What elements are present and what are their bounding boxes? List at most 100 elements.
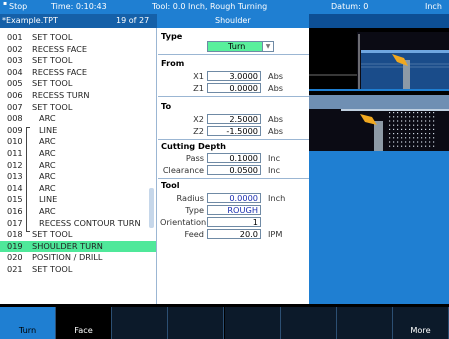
row-command: ARC (39, 182, 56, 193)
softkey-more[interactable]: More (393, 307, 449, 339)
row-number: 019 (7, 240, 23, 251)
clearance-unit: Inc (268, 165, 281, 175)
type-select[interactable]: Turn ▼ (207, 41, 274, 52)
program-row[interactable]: 001 SET TOOL (0, 32, 156, 44)
type-select-value: Turn (228, 41, 246, 51)
softkey-empty[interactable] (112, 307, 168, 339)
program-row[interactable]: 017 RECESS CONTOUR TURN (0, 217, 156, 230)
program-row[interactable]: 018 SET TOOL (0, 229, 156, 241)
toolpath-view-top[interactable] (309, 28, 449, 89)
program-list[interactable]: 001 SET TOOL 002 RECESS FACE 003 SET TOOL 004 R… (0, 28, 157, 304)
program-row[interactable]: 009 LINE (0, 124, 156, 137)
cutting-depth-section-title: Cutting Depth (161, 141, 226, 151)
program-row[interactable]: 021 SET TOOL (0, 264, 156, 276)
program-row[interactable]: 007 SET TOOL (0, 101, 156, 114)
softkey-empty[interactable] (281, 307, 337, 339)
file-name: *Example.TPT (2, 16, 58, 25)
orientation-label: Orientation (160, 217, 207, 227)
tool-type-input[interactable]: ROUGH (207, 205, 261, 215)
row-number: 010 (7, 136, 23, 147)
radius-input[interactable]: 0.0000 (207, 193, 261, 203)
divider (158, 139, 309, 140)
x1-unit: Abs (268, 71, 284, 81)
row-command: RECESS FACE (32, 66, 88, 77)
row-command: ARC (39, 148, 56, 158)
row-number: 018 (7, 229, 23, 240)
pass-input[interactable]: 0.1000 (207, 153, 261, 163)
divider (158, 96, 309, 97)
softkey-empty[interactable] (168, 307, 224, 339)
row-command: RECESS CONTOUR TURN (39, 217, 141, 228)
toolpath-graphic (309, 32, 449, 89)
softkey-turn[interactable]: Turn (0, 307, 56, 339)
program-row[interactable]: 014 ARC (0, 182, 156, 195)
row-number: 014 (7, 182, 23, 193)
row-number: 001 (7, 32, 23, 42)
run-time: Time: 0:10:43 (51, 2, 107, 11)
program-row[interactable]: 012 ARC (0, 159, 156, 172)
row-number: 013 (7, 171, 23, 182)
row-command: LINE (39, 194, 58, 205)
toolpath-view-bottom[interactable] (309, 91, 449, 151)
clearance-label: Clearance (162, 165, 204, 175)
program-row[interactable]: 003 SET TOOL (0, 55, 156, 67)
z2-input[interactable]: -1.5000 (207, 126, 261, 136)
row-command: ARC (39, 136, 56, 147)
row-number: 008 (7, 113, 23, 124)
row-number: 020 (7, 252, 23, 263)
row-number: 007 (7, 101, 23, 112)
row-command: ARC (39, 171, 56, 182)
divider (158, 178, 309, 179)
program-row[interactable]: 011 ARC (0, 148, 156, 160)
softkey-face[interactable]: Face (56, 307, 112, 339)
z1-input[interactable]: 0.0000 (207, 83, 261, 93)
program-row[interactable]: 015 LINE (0, 194, 156, 206)
row-number: 002 (7, 43, 23, 54)
graphics-panel (309, 28, 449, 304)
program-row[interactable]: 005 SET TOOL (0, 78, 156, 90)
x2-input[interactable]: 2.5000 (207, 114, 261, 124)
z2-label: Z2 (193, 126, 204, 136)
softkey-empty[interactable] (337, 307, 393, 339)
row-command: ARC (39, 159, 56, 170)
program-row[interactable]: 002 RECESS FACE (0, 43, 156, 56)
program-row[interactable]: 004 RECESS FACE (0, 66, 156, 79)
program-row[interactable]: 008 ARC (0, 113, 156, 125)
row-command: RECESS TURN (32, 90, 90, 100)
row-command: ARC (39, 206, 56, 216)
program-row[interactable]: 010 ARC (0, 136, 156, 148)
type-section-title: Type (161, 31, 183, 41)
feed-unit: IPM (268, 229, 283, 239)
program-row[interactable]: 006 RECESS TURN (0, 90, 156, 102)
row-number: 015 (7, 194, 23, 205)
row-number: 006 (7, 90, 23, 100)
row-command: LINE (39, 124, 58, 135)
pass-label: Pass (185, 153, 204, 163)
row-command: POSITION / DRILL (32, 252, 103, 263)
softkey-empty[interactable] (225, 307, 281, 339)
row-number: 011 (7, 148, 23, 158)
row-command: ARC (39, 113, 56, 124)
program-row[interactable]: 013 ARC (0, 171, 156, 183)
radius-unit: Inch (268, 193, 286, 203)
row-command: SET TOOL (32, 55, 73, 66)
toolpath-graphic (309, 95, 449, 151)
row-command: SET TOOL (32, 78, 73, 89)
program-row-selected[interactable]: 019 SHOULDER TURN (0, 240, 156, 253)
chevron-down-icon[interactable]: ▼ (262, 42, 273, 51)
divider (158, 54, 309, 55)
feed-input[interactable]: 20.0 (207, 229, 261, 239)
program-row[interactable]: 016 ARC (0, 206, 156, 218)
row-number: 021 (7, 264, 23, 274)
clearance-input[interactable]: 0.0500 (207, 165, 261, 175)
view-header (309, 14, 449, 28)
row-number: 005 (7, 78, 23, 89)
status-indicator-icon: ▪ (3, 0, 8, 7)
from-section-title: From (161, 58, 185, 68)
program-row[interactable]: 020 POSITION / DRILL (0, 252, 156, 264)
row-command: SET TOOL (32, 229, 73, 240)
pass-unit: Inc (268, 153, 281, 163)
x2-label: X2 (193, 114, 204, 124)
x1-input[interactable]: 3.0000 (207, 71, 261, 81)
orientation-input[interactable]: 1 (207, 217, 261, 227)
